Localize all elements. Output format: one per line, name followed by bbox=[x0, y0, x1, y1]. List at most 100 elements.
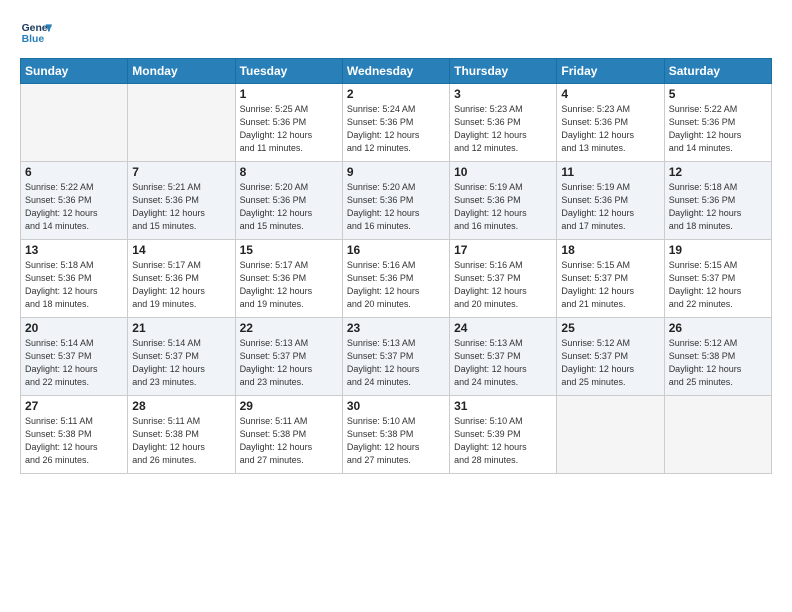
day-number: 17 bbox=[454, 243, 552, 257]
day-detail: Sunrise: 5:18 AM Sunset: 5:36 PM Dayligh… bbox=[669, 181, 767, 233]
day-number: 7 bbox=[132, 165, 230, 179]
week-row-2: 6Sunrise: 5:22 AM Sunset: 5:36 PM Daylig… bbox=[21, 162, 772, 240]
day-detail: Sunrise: 5:22 AM Sunset: 5:36 PM Dayligh… bbox=[669, 103, 767, 155]
calendar-cell: 6Sunrise: 5:22 AM Sunset: 5:36 PM Daylig… bbox=[21, 162, 128, 240]
day-detail: Sunrise: 5:13 AM Sunset: 5:37 PM Dayligh… bbox=[240, 337, 338, 389]
week-row-3: 13 Sunrise: 5:18 AM Sunset: 5:36 PM Dayli… bbox=[21, 240, 772, 318]
weekday-header-friday: Friday bbox=[557, 59, 664, 84]
day-detail: Sunrise: 5:13 AM Sunset: 5:37 PM Dayligh… bbox=[347, 337, 445, 389]
day-detail: Sunrise: 5:18 AM Sunset: 5:36 PM Dayligh… bbox=[25, 259, 123, 311]
calendar-cell: 21 Sunrise: 5:14 AM Sunset: 5:37 PM Dayli… bbox=[128, 318, 235, 396]
calendar-cell: 18Sunrise: 5:15 AM Sunset: 5:37 PM Dayli… bbox=[557, 240, 664, 318]
calendar-cell: 16 Sunrise: 5:16 AM Sunset: 5:36 PM Dayli… bbox=[342, 240, 449, 318]
day-detail: Sunrise: 5:17 AM Sunset: 5:36 PM Dayligh… bbox=[132, 259, 230, 311]
day-detail: Sunrise: 5:20 AM Sunset: 5:36 PM Dayligh… bbox=[347, 181, 445, 233]
day-detail: Sunrise: 5:11 AM Sunset: 5:38 PM Dayligh… bbox=[25, 415, 123, 467]
day-detail: Sunrise: 5:23 AM Sunset: 5:36 PM Dayligh… bbox=[561, 103, 659, 155]
day-number: 13 bbox=[25, 243, 123, 257]
day-detail: Sunrise: 5:20 AM Sunset: 5:36 PM Dayligh… bbox=[240, 181, 338, 233]
day-number: 1 bbox=[240, 87, 338, 101]
weekday-header-wednesday: Wednesday bbox=[342, 59, 449, 84]
calendar-cell: 11Sunrise: 5:19 AM Sunset: 5:36 PM Dayli… bbox=[557, 162, 664, 240]
day-number: 30 bbox=[347, 399, 445, 413]
day-number: 31 bbox=[454, 399, 552, 413]
day-detail: Sunrise: 5:23 AM Sunset: 5:36 PM Dayligh… bbox=[454, 103, 552, 155]
calendar-cell: 27 Sunrise: 5:11 AM Sunset: 5:38 PM Dayli… bbox=[21, 396, 128, 474]
day-number: 27 bbox=[25, 399, 123, 413]
day-number: 15 bbox=[240, 243, 338, 257]
day-number: 3 bbox=[454, 87, 552, 101]
day-number: 28 bbox=[132, 399, 230, 413]
calendar-cell: 24 Sunrise: 5:13 AM Sunset: 5:37 PM Dayli… bbox=[450, 318, 557, 396]
calendar-cell bbox=[128, 84, 235, 162]
weekday-header-saturday: Saturday bbox=[664, 59, 771, 84]
day-number: 14 bbox=[132, 243, 230, 257]
day-number: 11 bbox=[561, 165, 659, 179]
day-number: 24 bbox=[454, 321, 552, 335]
calendar-cell: 22 Sunrise: 5:13 AM Sunset: 5:37 PM Dayli… bbox=[235, 318, 342, 396]
calendar-cell: 28 Sunrise: 5:11 AM Sunset: 5:38 PM Dayli… bbox=[128, 396, 235, 474]
calendar-cell: 9 Sunrise: 5:20 AM Sunset: 5:36 PM Daylig… bbox=[342, 162, 449, 240]
calendar-cell: 4Sunrise: 5:23 AM Sunset: 5:36 PM Daylig… bbox=[557, 84, 664, 162]
day-number: 2 bbox=[347, 87, 445, 101]
week-row-5: 27 Sunrise: 5:11 AM Sunset: 5:38 PM Dayli… bbox=[21, 396, 772, 474]
day-detail: Sunrise: 5:16 AM Sunset: 5:36 PM Dayligh… bbox=[347, 259, 445, 311]
header: General Blue bbox=[20, 18, 772, 50]
weekday-header-monday: Monday bbox=[128, 59, 235, 84]
day-detail: Sunrise: 5:14 AM Sunset: 5:37 PM Dayligh… bbox=[132, 337, 230, 389]
day-number: 21 bbox=[132, 321, 230, 335]
calendar-cell: 10Sunrise: 5:19 AM Sunset: 5:36 PM Dayli… bbox=[450, 162, 557, 240]
day-detail: Sunrise: 5:12 AM Sunset: 5:37 PM Dayligh… bbox=[561, 337, 659, 389]
svg-text:Blue: Blue bbox=[22, 34, 45, 45]
calendar-cell bbox=[664, 396, 771, 474]
day-detail: Sunrise: 5:16 AM Sunset: 5:37 PM Dayligh… bbox=[454, 259, 552, 311]
day-detail: Sunrise: 5:25 AM Sunset: 5:36 PM Dayligh… bbox=[240, 103, 338, 155]
day-detail: Sunrise: 5:24 AM Sunset: 5:36 PM Dayligh… bbox=[347, 103, 445, 155]
calendar-cell: 26 Sunrise: 5:12 AM Sunset: 5:38 PM Dayli… bbox=[664, 318, 771, 396]
weekday-header-row: SundayMondayTuesdayWednesdayThursdayFrid… bbox=[21, 59, 772, 84]
day-number: 16 bbox=[347, 243, 445, 257]
calendar-cell: 7 Sunrise: 5:21 AM Sunset: 5:36 PM Daylig… bbox=[128, 162, 235, 240]
calendar-cell: 30 Sunrise: 5:10 AM Sunset: 5:38 PM Dayli… bbox=[342, 396, 449, 474]
calendar-cell bbox=[557, 396, 664, 474]
calendar-cell: 25 Sunrise: 5:12 AM Sunset: 5:37 PM Dayli… bbox=[557, 318, 664, 396]
calendar-cell: 15Sunrise: 5:17 AM Sunset: 5:36 PM Dayli… bbox=[235, 240, 342, 318]
day-detail: Sunrise: 5:19 AM Sunset: 5:36 PM Dayligh… bbox=[454, 181, 552, 233]
day-number: 22 bbox=[240, 321, 338, 335]
calendar-cell: 5Sunrise: 5:22 AM Sunset: 5:36 PM Daylig… bbox=[664, 84, 771, 162]
day-detail: Sunrise: 5:10 AM Sunset: 5:38 PM Dayligh… bbox=[347, 415, 445, 467]
logo-icon: General Blue bbox=[20, 18, 52, 50]
calendar-cell: 29Sunrise: 5:11 AM Sunset: 5:38 PM Dayli… bbox=[235, 396, 342, 474]
calendar-cell: 2 Sunrise: 5:24 AM Sunset: 5:36 PM Daylig… bbox=[342, 84, 449, 162]
week-row-4: 20 Sunrise: 5:14 AM Sunset: 5:37 PM Dayli… bbox=[21, 318, 772, 396]
day-detail: Sunrise: 5:10 AM Sunset: 5:39 PM Dayligh… bbox=[454, 415, 552, 467]
calendar-cell: 14 Sunrise: 5:17 AM Sunset: 5:36 PM Dayli… bbox=[128, 240, 235, 318]
weekday-header-thursday: Thursday bbox=[450, 59, 557, 84]
calendar-cell: 12Sunrise: 5:18 AM Sunset: 5:36 PM Dayli… bbox=[664, 162, 771, 240]
day-number: 8 bbox=[240, 165, 338, 179]
day-number: 20 bbox=[25, 321, 123, 335]
day-detail: Sunrise: 5:13 AM Sunset: 5:37 PM Dayligh… bbox=[454, 337, 552, 389]
calendar-table: SundayMondayTuesdayWednesdayThursdayFrid… bbox=[20, 58, 772, 474]
day-number: 26 bbox=[669, 321, 767, 335]
calendar-cell bbox=[21, 84, 128, 162]
calendar-cell: 20Sunrise: 5:14 AM Sunset: 5:37 PM Dayli… bbox=[21, 318, 128, 396]
weekday-header-tuesday: Tuesday bbox=[235, 59, 342, 84]
day-detail: Sunrise: 5:21 AM Sunset: 5:36 PM Dayligh… bbox=[132, 181, 230, 233]
day-detail: Sunrise: 5:15 AM Sunset: 5:37 PM Dayligh… bbox=[669, 259, 767, 311]
calendar-cell: 13 Sunrise: 5:18 AM Sunset: 5:36 PM Dayli… bbox=[21, 240, 128, 318]
day-number: 25 bbox=[561, 321, 659, 335]
week-row-1: 1 Sunrise: 5:25 AM Sunset: 5:36 PM Daylig… bbox=[21, 84, 772, 162]
day-number: 9 bbox=[347, 165, 445, 179]
calendar-cell: 8 Sunrise: 5:20 AM Sunset: 5:36 PM Daylig… bbox=[235, 162, 342, 240]
logo: General Blue bbox=[20, 18, 52, 50]
day-detail: Sunrise: 5:11 AM Sunset: 5:38 PM Dayligh… bbox=[240, 415, 338, 467]
calendar-cell: 19Sunrise: 5:15 AM Sunset: 5:37 PM Dayli… bbox=[664, 240, 771, 318]
day-detail: Sunrise: 5:12 AM Sunset: 5:38 PM Dayligh… bbox=[669, 337, 767, 389]
calendar-cell: 23Sunrise: 5:13 AM Sunset: 5:37 PM Dayli… bbox=[342, 318, 449, 396]
day-detail: Sunrise: 5:11 AM Sunset: 5:38 PM Dayligh… bbox=[132, 415, 230, 467]
day-number: 6 bbox=[25, 165, 123, 179]
calendar-cell: 3 Sunrise: 5:23 AM Sunset: 5:36 PM Daylig… bbox=[450, 84, 557, 162]
calendar-cell: 1 Sunrise: 5:25 AM Sunset: 5:36 PM Daylig… bbox=[235, 84, 342, 162]
day-detail: Sunrise: 5:15 AM Sunset: 5:37 PM Dayligh… bbox=[561, 259, 659, 311]
